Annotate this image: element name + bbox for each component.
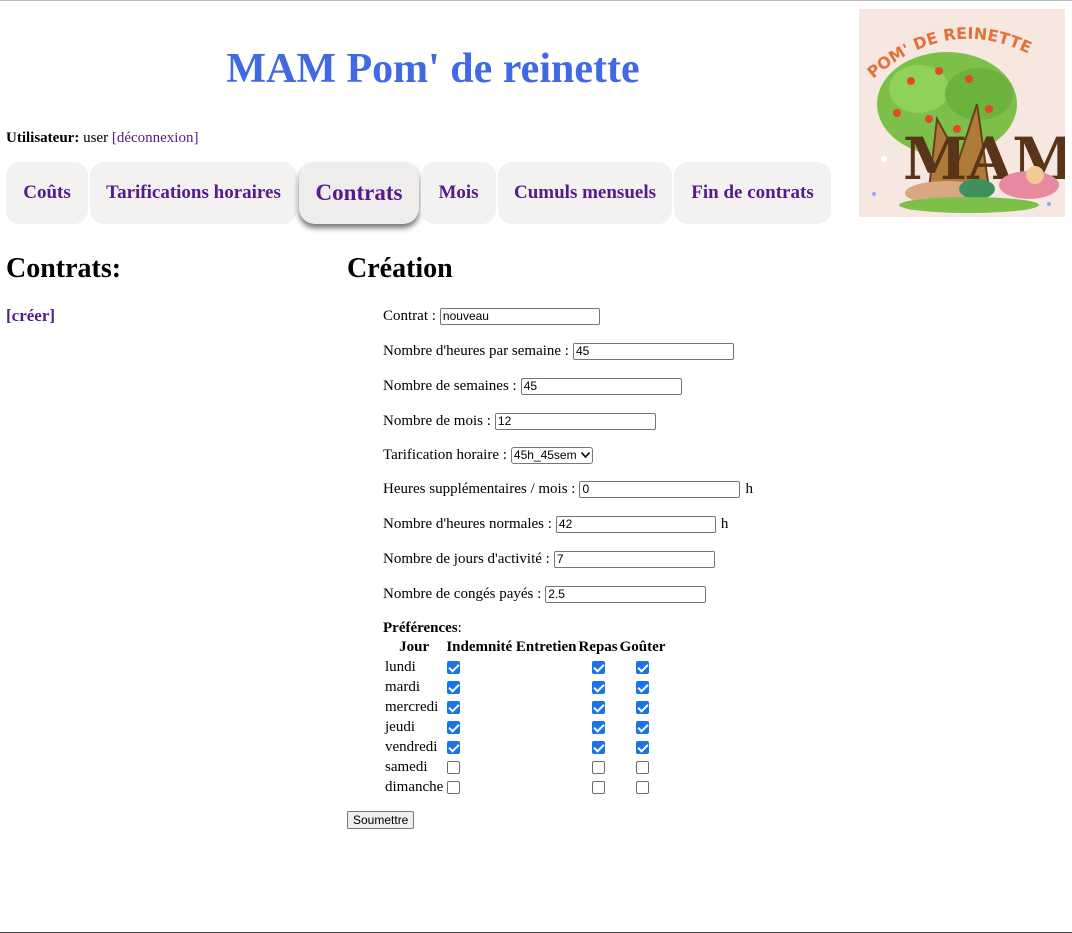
field-label: Nombre de semaines : <box>383 377 517 394</box>
create-contract-link[interactable]: [créer] <box>6 306 55 326</box>
gouter-checkbox[interactable] <box>636 720 650 734</box>
jours-activite-input[interactable] <box>553 550 715 568</box>
gouter-checkbox[interactable] <box>636 740 650 754</box>
unit-label: h <box>745 480 753 497</box>
day-name: vendredi <box>385 738 438 755</box>
gouter-checkbox[interactable] <box>636 700 650 714</box>
tarification-select[interactable]: 45h_45sem <box>510 446 593 464</box>
field-label: Nombre de jours d'activité : <box>383 550 550 567</box>
tab-cumuls-mensuels[interactable]: Cumuls mensuels <box>498 162 672 224</box>
select-value: 45h_45sem <box>513 448 577 462</box>
field-label: Contrat : <box>383 307 436 324</box>
table-row: jeudi <box>383 717 666 737</box>
preferences-table: Jour Indemnité Entretien Repas Goûter lu… <box>383 638 666 797</box>
field-label: Nombre d'heures normales : <box>383 515 552 532</box>
contracts-heading: Contrats: <box>6 253 122 284</box>
col-indemnite-entretien: Indemnité Entretien <box>446 639 577 655</box>
indemnite-checkbox[interactable] <box>447 680 461 694</box>
repas-checkbox[interactable] <box>591 720 605 734</box>
field-label: Nombre de congés payés : <box>383 585 542 602</box>
conges-payes-input[interactable] <box>545 585 707 603</box>
day-name: samedi <box>385 758 428 775</box>
field-jours-activite: Nombre de jours d'activité : <box>383 549 715 569</box>
heures-sup-input[interactable] <box>579 480 741 498</box>
gouter-checkbox[interactable] <box>636 780 650 794</box>
user-name: user <box>83 130 109 146</box>
day-name: lundi <box>385 658 416 675</box>
field-label: Tarification horaire : <box>383 446 507 463</box>
submit-button[interactable]: Soumettre <box>347 811 415 829</box>
col-jour: Jour <box>399 639 430 655</box>
logout-link[interactable]: [déconnexion] <box>112 130 199 146</box>
tab-fin-de-contrats[interactable]: Fin de contrats <box>674 162 831 224</box>
indemnite-checkbox[interactable] <box>447 720 461 734</box>
preferences-title: Préférences: <box>383 620 462 636</box>
indemnite-checkbox[interactable] <box>447 740 461 754</box>
field-heures-sup: Heures supplémentaires / mois : h <box>383 479 753 499</box>
repas-checkbox[interactable] <box>591 740 605 754</box>
gouter-checkbox[interactable] <box>636 660 650 674</box>
tab-tarifications-horaires[interactable]: Tarifications horaires <box>90 162 297 224</box>
repas-checkbox[interactable] <box>591 780 605 794</box>
day-name: jeudi <box>385 718 415 735</box>
col-gouter: Goûter <box>619 639 666 655</box>
gouter-checkbox[interactable] <box>636 680 650 694</box>
preferences-body: lundi mardi mercredi jeudi vendredi same… <box>383 657 666 797</box>
indemnite-checkbox[interactable] <box>447 760 461 774</box>
logo: POM' DE REINETTE MAM <box>859 9 1065 217</box>
field-heures-semaine: Nombre d'heures par semaine : <box>383 341 734 361</box>
preferences-label: Préférences <box>383 620 458 636</box>
site-title: MAM Pom' de reinette <box>226 46 640 92</box>
table-row: dimanche <box>383 777 666 797</box>
user-line: Utilisateur: user [déconnexion] <box>6 130 198 147</box>
field-tarification: Tarification horaire : 45h_45sem <box>383 445 593 465</box>
field-semaines: Nombre de semaines : <box>383 376 682 396</box>
semaines-input[interactable] <box>520 377 682 395</box>
table-row: lundi <box>383 657 666 677</box>
day-name: mardi <box>385 678 420 695</box>
field-label: Nombre de mois : <box>383 412 491 429</box>
tab-couts[interactable]: Coûts <box>6 162 88 224</box>
tab-mois[interactable]: Mois <box>421 162 496 224</box>
unit-label: h <box>720 515 729 532</box>
creation-heading: Création <box>347 253 453 284</box>
indemnite-checkbox[interactable] <box>447 660 461 674</box>
gouter-checkbox[interactable] <box>636 760 650 774</box>
repas-checkbox[interactable] <box>591 680 605 694</box>
chevron-down-icon <box>580 452 590 458</box>
user-label: Utilisateur: <box>6 130 80 146</box>
table-row: mercredi <box>383 697 666 717</box>
indemnite-checkbox[interactable] <box>447 780 461 794</box>
field-heures-normales: Nombre d'heures normales : h <box>383 514 728 534</box>
tab-contrats[interactable]: Contrats <box>299 162 419 224</box>
mois-input[interactable] <box>494 412 656 430</box>
contrat-input[interactable] <box>439 307 600 325</box>
repas-checkbox[interactable] <box>591 760 605 774</box>
field-mois: Nombre de mois : <box>383 411 656 431</box>
field-conges-payes: Nombre de congés payés : <box>383 584 707 604</box>
table-row: vendredi <box>383 737 666 757</box>
heures-normales-input[interactable] <box>555 515 716 533</box>
field-contrat: Contrat : <box>383 306 600 326</box>
day-name: mercredi <box>385 698 439 715</box>
indemnite-checkbox[interactable] <box>447 700 461 714</box>
heures-semaine-input[interactable] <box>572 342 734 360</box>
table-row: samedi <box>383 757 666 777</box>
repas-checkbox[interactable] <box>591 660 605 674</box>
col-repas: Repas <box>578 639 618 655</box>
field-label: Heures supplémentaires / mois : <box>383 480 576 497</box>
day-name: dimanche <box>385 778 444 795</box>
field-label: Nombre d'heures par semaine : <box>383 342 569 359</box>
table-row: mardi <box>383 677 666 697</box>
repas-checkbox[interactable] <box>591 700 605 714</box>
preferences-header-row: Jour Indemnité Entretien Repas Goûter <box>383 638 666 657</box>
